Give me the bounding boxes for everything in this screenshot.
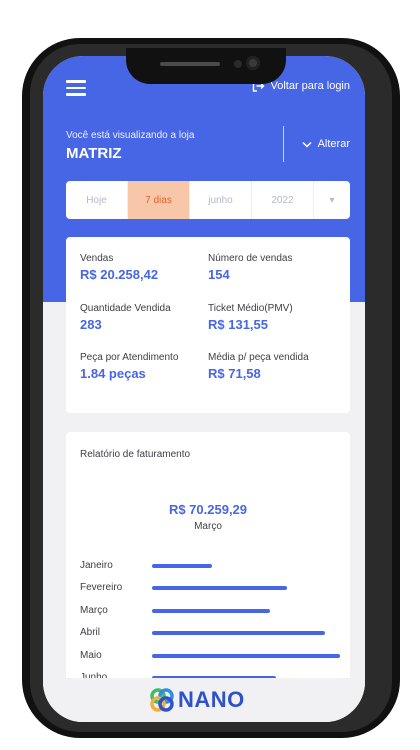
stat-average-ticket: Ticket Médio(PMV) R$ 131,55 xyxy=(208,303,348,332)
sensor-icon xyxy=(234,60,242,68)
bar-label: Fevereiro xyxy=(80,582,123,594)
bar-row-fevereiro: Fevereiro xyxy=(80,580,350,596)
header-divider xyxy=(283,126,284,162)
report-highlight-month: Março xyxy=(194,521,222,532)
bar-label: Maio xyxy=(80,649,102,661)
stat-value: 154 xyxy=(208,267,230,282)
change-store-label: Alterar xyxy=(317,138,350,150)
nano-logo-icon xyxy=(150,688,174,712)
revenue-bar[interactable] xyxy=(152,564,213,568)
revenue-bar[interactable] xyxy=(152,608,271,613)
stat-label: Número de vendas xyxy=(208,253,293,264)
stat-items-per-service: Peça por Atendimento 1.84 peças xyxy=(80,352,220,381)
speaker-grille xyxy=(160,62,220,66)
phone-notch xyxy=(126,48,286,84)
nano-logo: NANO xyxy=(149,687,245,713)
back-to-login-label: Voltar para login xyxy=(270,80,351,92)
filter-dropdown-caret-icon[interactable]: ▾ xyxy=(314,181,350,219)
stat-label: Quantidade Vendida xyxy=(80,303,171,314)
period-filter: Hoje 7 dias junho 2022 ▾ xyxy=(66,181,350,219)
bar-row-março: Março xyxy=(80,603,350,619)
bar-label: Janeiro xyxy=(80,560,113,571)
stat-label: Média p/ peça vendida xyxy=(208,352,309,363)
sales-summary-card: Vendas R$ 20.258,42 Número de vendas 154… xyxy=(66,237,350,413)
hamburger-menu-icon[interactable] xyxy=(66,80,86,96)
bar-label: Março xyxy=(80,604,108,616)
nano-logo-text: NANO xyxy=(178,687,245,712)
stat-value: R$ 131,55 xyxy=(208,317,268,332)
filter-month[interactable]: junho xyxy=(190,181,252,219)
stat-sales-count: Número de vendas 154 xyxy=(208,253,348,282)
store-name: MATRIZ xyxy=(66,145,122,162)
stat-value: 283 xyxy=(80,317,102,332)
filter-year[interactable]: 2022 xyxy=(252,181,314,219)
bar-row-abril: Abril xyxy=(80,625,350,641)
revenue-bar[interactable] xyxy=(152,586,288,591)
chevron-down-icon xyxy=(302,141,312,148)
change-store-button[interactable]: Alterar xyxy=(302,138,350,150)
report-highlight-value: R$ 70.259,29 xyxy=(168,502,248,517)
filter-today[interactable]: Hoje xyxy=(66,181,128,219)
bar-row-maio: Maio xyxy=(80,648,350,664)
stat-label: Peça por Atendimento xyxy=(80,352,179,363)
stat-value: 1.84 peças xyxy=(80,366,146,381)
camera-icon xyxy=(246,56,260,70)
revenue-bar[interactable] xyxy=(152,631,325,636)
stat-label: Ticket Médio(PMV) xyxy=(208,303,293,314)
bar-label: Abril xyxy=(80,627,101,639)
stat-quantity-sold: Quantidade Vendida 283 xyxy=(80,303,220,332)
stat-label: Vendas xyxy=(80,253,114,264)
store-label: Você está visualizando a loja xyxy=(66,130,195,141)
bar-row-janeiro: Janeiro xyxy=(80,558,350,574)
stat-sales: Vendas R$ 20.258,42 xyxy=(80,253,220,282)
filter-7-days[interactable]: 7 dias xyxy=(128,181,190,219)
app-screen: Voltar para login Você está visualizando… xyxy=(43,56,365,722)
stat-value: R$ 71,58 xyxy=(208,366,261,381)
revenue-bar[interactable] xyxy=(152,653,340,658)
app-footer: NANO xyxy=(43,678,365,722)
stat-value: R$ 20.258,42 xyxy=(80,267,159,282)
report-title: Relatório de faturamento xyxy=(80,449,191,460)
stat-average-per-item: Média p/ peça vendida R$ 71,58 xyxy=(208,352,348,381)
